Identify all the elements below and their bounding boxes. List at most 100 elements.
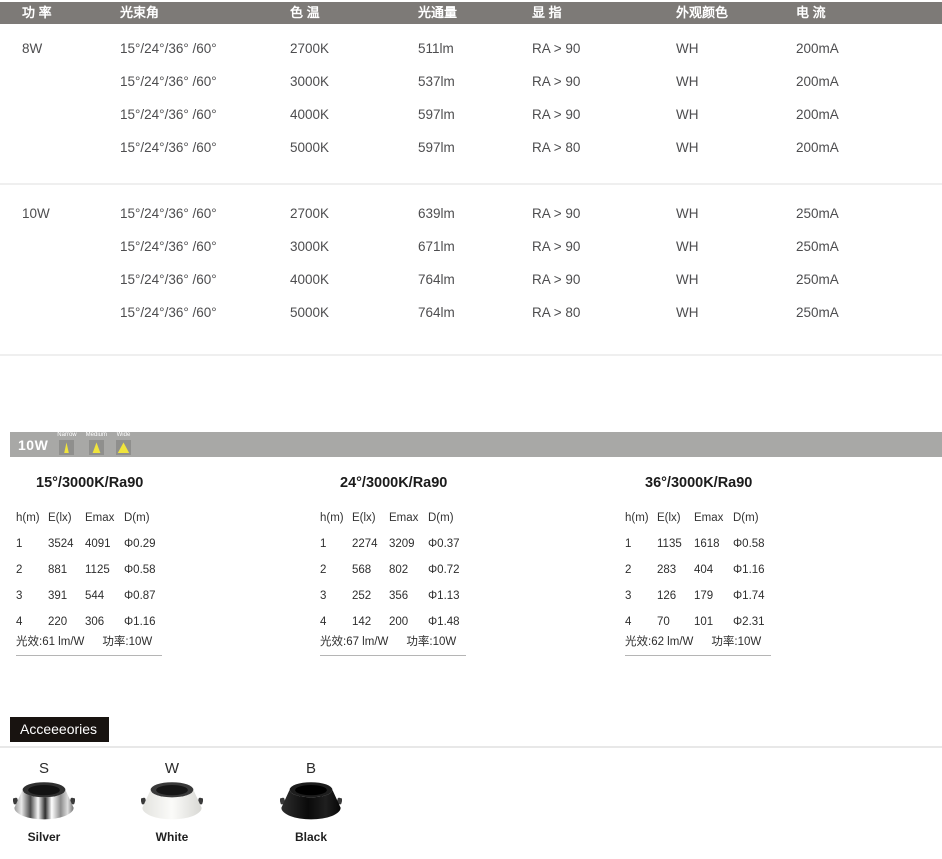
spec-cell-cct: 5000K <box>290 131 418 164</box>
accessory-code: S <box>8 760 80 778</box>
spec-cell-current: 250mA <box>796 263 942 296</box>
spec-row: 15°/24°/36° /60°5000K764lmRA > 80WH250mA <box>0 296 942 329</box>
photometric-footer: 光效:62 lm/W功率:10W <box>625 635 771 656</box>
spec-cell-flux: 639lm <box>418 197 532 230</box>
spec-table-header: 功 率光束角色 温光通量显 指外观颜色电 流 <box>0 2 942 24</box>
photometric-col-header: Emax <box>85 505 124 531</box>
photometric-cell-emax: 200 <box>389 609 428 635</box>
photometric-cell-diameter: Φ0.58 <box>124 557 182 583</box>
photometric-cell-diameter: Φ1.74 <box>733 583 791 609</box>
spec-table: 功 率光束角色 温光通量显 指外观颜色电 流 8W15°/24°/36° /60… <box>0 2 942 356</box>
photometric-cell-illuminance: 142 <box>352 609 389 635</box>
photometric-table: 36°/3000K/Ra90h(m)E(lx)EmaxD(m)111351618… <box>625 469 800 656</box>
spec-cell-beam-angle: 15°/24°/36° /60° <box>120 230 290 263</box>
spec-cell-cri: RA > 90 <box>532 98 676 131</box>
accessories-divider <box>0 746 942 748</box>
photometric-cell-illuminance: 220 <box>48 609 85 635</box>
spec-cell-power <box>22 230 120 263</box>
spec-col-header: 色 温 <box>290 2 418 24</box>
photometric-col-header: h(m) <box>16 505 48 531</box>
photometric-cell-height: 4 <box>320 609 352 635</box>
spec-cell-current: 200mA <box>796 98 942 131</box>
photometric-cell-illuminance: 568 <box>352 557 389 583</box>
beam-wide-glyph <box>116 440 131 455</box>
spec-col-header: 光束角 <box>120 2 290 24</box>
photometric-grid: h(m)E(lx)EmaxD(m)111351618Φ0.582283404Φ1… <box>625 505 800 635</box>
photometric-cell-illuminance: 3524 <box>48 531 85 557</box>
photometric-cell-emax: 306 <box>85 609 124 635</box>
spec-cell-appearance-color: WH <box>676 32 796 65</box>
accessory-label: Silver <box>8 830 80 844</box>
spec-cell-flux: 511lm <box>418 32 532 65</box>
accessory-label: White <box>136 830 208 844</box>
photometric-cell-illuminance: 126 <box>657 583 694 609</box>
photometric-cell-emax: 1125 <box>85 557 124 583</box>
spec-cell-flux: 597lm <box>418 131 532 164</box>
photometric-grid: h(m)E(lx)EmaxD(m)122743209Φ0.372568802Φ0… <box>320 505 495 635</box>
spec-cell-cct: 2700K <box>290 197 418 230</box>
beam-wide-icon: Wide <box>116 432 131 457</box>
spec-row: 15°/24°/36° /60°3000K671lmRA > 90WH250mA <box>0 230 942 263</box>
spec-cell-flux: 764lm <box>418 263 532 296</box>
photometric-cell-emax: 3209 <box>389 531 428 557</box>
accessory-label: Black <box>275 830 347 844</box>
photometric-cell-diameter: Φ0.37 <box>428 531 486 557</box>
spec-cell-appearance-color: WH <box>676 296 796 329</box>
photometric-col-header: D(m) <box>428 505 486 531</box>
spec-cell-flux: 537lm <box>418 65 532 98</box>
photometric-cell-diameter: Φ0.87 <box>124 583 182 609</box>
photometric-cell-illuminance: 391 <box>48 583 85 609</box>
photometric-cell-illuminance: 283 <box>657 557 694 583</box>
spec-cell-current: 250mA <box>796 197 942 230</box>
photometric-tables: 15°/3000K/Ra90h(m)E(lx)EmaxD(m)135244091… <box>0 469 942 659</box>
beam-medium-icon: Medium <box>86 432 107 457</box>
spec-cell-appearance-color: WH <box>676 263 796 296</box>
accessory-code: B <box>275 760 347 778</box>
spec-cell-flux: 597lm <box>418 98 532 131</box>
photometric-cell-height: 4 <box>625 609 657 635</box>
spec-cell-cri: RA > 90 <box>532 65 676 98</box>
spec-cell-cct: 4000K <box>290 98 418 131</box>
spec-cell-cri: RA > 80 <box>532 131 676 164</box>
photometric-cell-diameter: Φ2.31 <box>733 609 791 635</box>
photometric-cell-emax: 101 <box>694 609 733 635</box>
photometric-cell-height: 2 <box>625 557 657 583</box>
photometric-cell-diameter: Φ1.13 <box>428 583 486 609</box>
trim-ring-white-icon <box>136 780 208 828</box>
spec-row: 15°/24°/36° /60°3000K537lmRA > 90WH200mA <box>0 65 942 98</box>
spec-cell-power: 10W <box>22 197 120 230</box>
beam-icon-group: Narrow Medium Wide <box>48 432 131 457</box>
photometric-col-header: Emax <box>389 505 428 531</box>
photometric-col-header: D(m) <box>733 505 791 531</box>
product-spec-sheet: 功 率光束角色 温光通量显 指外观颜色电 流 8W15°/24°/36° /60… <box>0 2 942 859</box>
photometric-col-header: E(lx) <box>352 505 389 531</box>
power-value: 功率:10W <box>406 635 456 649</box>
spec-row: 8W15°/24°/36° /60°2700K511lmRA > 90WH200… <box>0 32 942 65</box>
photometric-grid: h(m)E(lx)EmaxD(m)135244091Φ0.2928811125Φ… <box>16 505 191 635</box>
spec-cell-power <box>22 131 120 164</box>
photometric-cell-emax: 1618 <box>694 531 733 557</box>
photometric-cell-diameter: Φ1.16 <box>733 557 791 583</box>
spec-cell-appearance-color: WH <box>676 197 796 230</box>
spec-cell-cri: RA > 90 <box>532 197 676 230</box>
spec-cell-beam-angle: 15°/24°/36° /60° <box>120 98 290 131</box>
accessories-title: Acceeeories <box>10 717 109 742</box>
photometric-cell-diameter: Φ0.72 <box>428 557 486 583</box>
photometric-cell-emax: 802 <box>389 557 428 583</box>
spec-cell-cct: 3000K <box>290 65 418 98</box>
photometric-cell-height: 3 <box>16 583 48 609</box>
spec-cell-appearance-color: WH <box>676 98 796 131</box>
photometric-cell-height: 2 <box>16 557 48 583</box>
photometric-cell-diameter: Φ0.58 <box>733 531 791 557</box>
spec-cell-power <box>22 263 120 296</box>
spec-cell-current: 200mA <box>796 131 942 164</box>
spec-cell-beam-angle: 15°/24°/36° /60° <box>120 296 290 329</box>
spec-cell-cri: RA > 90 <box>532 32 676 65</box>
beam-label: Narrow <box>57 432 76 439</box>
spec-cell-beam-angle: 15°/24°/36° /60° <box>120 131 290 164</box>
spec-col-header: 电 流 <box>796 2 942 24</box>
photometric-footer: 光效:67 lm/W功率:10W <box>320 635 466 656</box>
spec-col-header: 光通量 <box>418 2 532 24</box>
spec-cell-beam-angle: 15°/24°/36° /60° <box>120 32 290 65</box>
photometric-cell-illuminance: 1135 <box>657 531 694 557</box>
